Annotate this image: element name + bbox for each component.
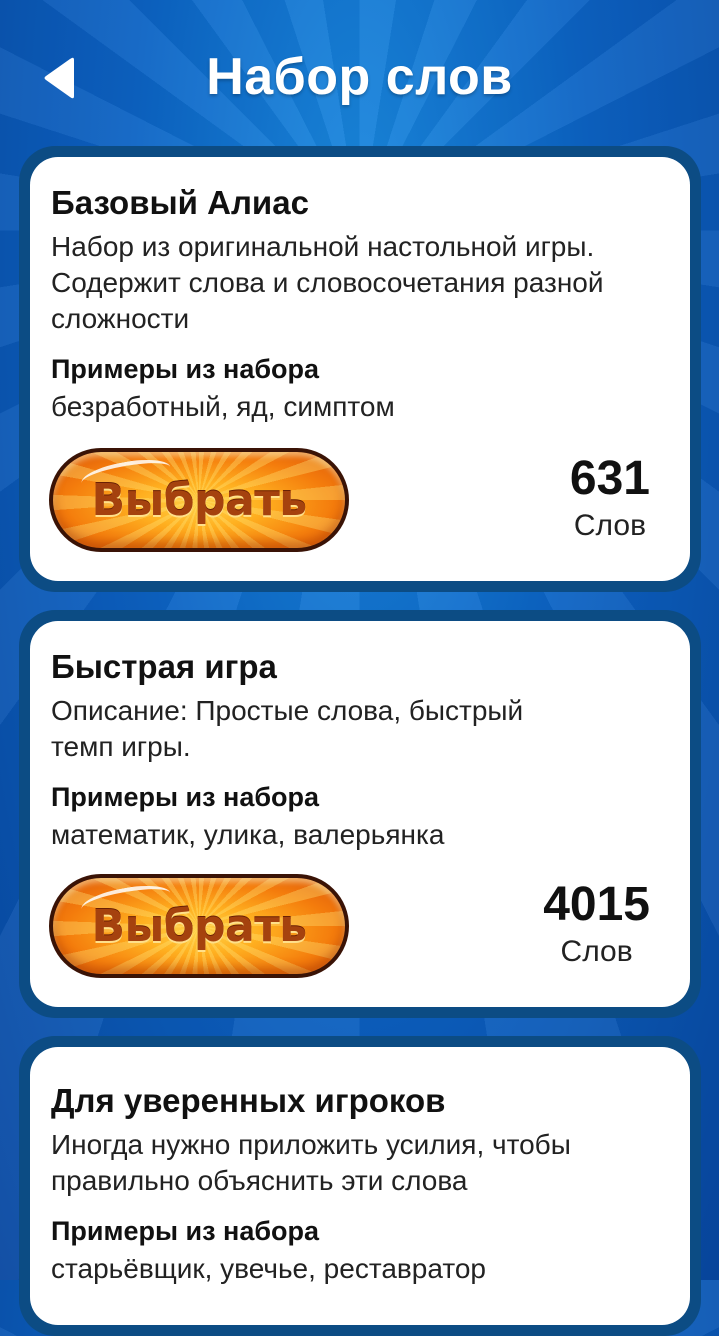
word-count-value: 631 — [569, 452, 650, 505]
word-set-title: Для уверенных игроков — [51, 1082, 446, 1119]
page-title: Набор слов — [206, 48, 513, 106]
word-count-value: 4015 — [543, 878, 650, 931]
examples-label: Примеры из набора — [51, 782, 320, 812]
word-count: 4015 Слов — [543, 877, 650, 971]
word-set-card-body: Базовый Алиас Набор из оригинальной наст… — [30, 157, 690, 581]
select-button[interactable]: Выбрать — [49, 874, 349, 978]
word-set-description: Набор из оригинальной настольной игры. С… — [51, 231, 604, 334]
examples-label: Примеры из набора — [51, 1216, 320, 1246]
select-button-label: Выбрать — [91, 900, 307, 952]
word-set-card-body: Для уверенных игроков Иногда нужно прило… — [30, 1047, 690, 1325]
word-set-description: Описание: Простые слова, быстрый темп иг… — [51, 695, 524, 762]
select-button[interactable]: Выбрать — [49, 448, 349, 552]
word-set-description: Иногда нужно приложить усилия, чтобы пра… — [51, 1129, 571, 1196]
word-count-unit: Слов — [560, 935, 633, 968]
word-count: 631 Слов — [570, 451, 650, 545]
examples-text: старьёвщик, увечье, реставратор — [51, 1253, 486, 1284]
word-set-card-body: Быстрая игра Описание: Простые слова, бы… — [30, 621, 690, 1007]
examples-label: Примеры из набора — [51, 354, 320, 384]
select-button-label: Выбрать — [91, 474, 307, 526]
word-count-unit: Слов — [573, 509, 647, 542]
word-set-card-quick: Быстрая игра Описание: Простые слова, бы… — [19, 610, 701, 1018]
word-set-title: Базовый Алиас — [51, 184, 309, 221]
word-set-card-confident: Для уверенных игроков Иногда нужно прило… — [19, 1036, 701, 1336]
examples-text: математик, улика, валерьянка — [51, 819, 445, 850]
word-set-card-basic: Базовый Алиас Набор из оригинальной наст… — [19, 146, 701, 592]
examples-text: безработный, яд, симптом — [51, 391, 395, 422]
header: Набор слов — [0, 0, 719, 150]
word-set-title: Быстрая игра — [51, 648, 277, 685]
